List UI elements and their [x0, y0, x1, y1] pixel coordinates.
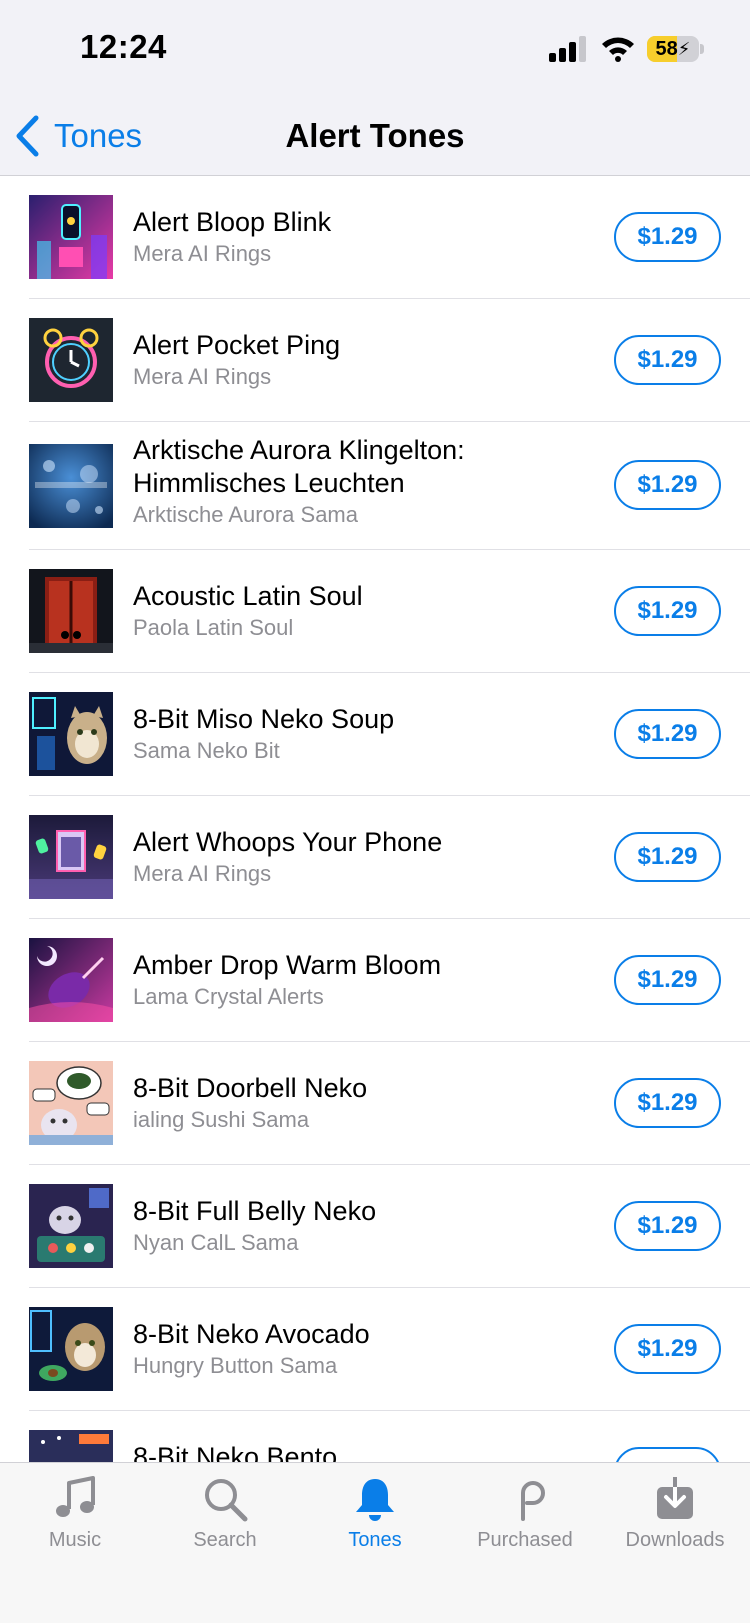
- tone-row[interactable]: Alert Pocket Ping Mera AI Rings $1.29: [29, 299, 750, 422]
- tab-label: Tones: [348, 1529, 402, 1551]
- tone-artist: Paola Latin Soul: [133, 615, 294, 640]
- buy-button[interactable]: $1.29: [614, 586, 721, 636]
- tab-downloads[interactable]: Downloads: [600, 1475, 750, 1565]
- tone-artwork: [29, 444, 113, 528]
- tab-label: Downloads: [625, 1529, 725, 1551]
- tone-artist: Sama Neko Bit: [133, 738, 280, 763]
- tone-artist: Mera AI Rings: [133, 364, 272, 389]
- buy-button[interactable]: $1.29: [614, 460, 721, 510]
- tone-artwork: [29, 195, 113, 279]
- tone-artwork: [29, 1307, 113, 1391]
- tone-row[interactable]: Amber Drop Warm Bloom Lama Crystal Alert…: [29, 919, 750, 1042]
- tone-row[interactable]: Acoustic Latin Soul Paola Latin Soul $1.…: [29, 550, 750, 673]
- tone-artist: ialing Sushi Sama: [133, 1107, 310, 1132]
- tab-label: Purchased: [477, 1529, 573, 1551]
- cellular-signal-icon: [549, 36, 586, 62]
- status-bar: 12:24 58 ⚡: [0, 0, 750, 96]
- tone-title: 8-Bit Miso Neko Soup: [133, 704, 395, 734]
- battery-percent: 58: [655, 37, 678, 60]
- tone-artwork: [29, 1184, 113, 1268]
- tab-bar: Music Search Tones Purchased Downloads: [0, 1462, 750, 1623]
- buy-button[interactable]: $1.29: [614, 1201, 721, 1251]
- tone-title: Amber Drop Warm Bloom: [133, 950, 442, 980]
- tone-artwork: [29, 938, 113, 1022]
- tone-row[interactable]: 8-Bit Neko Bento: [29, 1411, 750, 1462]
- music-note-icon: [56, 1476, 95, 1517]
- tone-artist: Arktische Aurora Sama: [133, 502, 358, 527]
- tone-artwork: [29, 318, 113, 402]
- download-icon: [657, 1477, 693, 1519]
- tone-artist: Lama Crystal Alerts: [133, 984, 324, 1009]
- tone-row[interactable]: Alert Whoops Your Phone Mera AI Rings $1…: [29, 796, 750, 919]
- tone-row[interactable]: 8-Bit Miso Neko Soup Sama Neko Bit $1.29: [29, 673, 750, 796]
- search-icon: [205, 1479, 248, 1522]
- tone-artwork: [29, 569, 113, 653]
- tone-artist: Nyan CalL Sama: [133, 1230, 299, 1255]
- tab-label: Music: [48, 1529, 102, 1551]
- tone-title: 8-Bit Neko Avocado: [133, 1319, 370, 1349]
- tone-title: Arktische Aurora Klingelton: Himmlisches…: [133, 435, 465, 498]
- tone-artist: Mera AI Rings: [133, 241, 272, 266]
- tone-title: 8-Bit Neko Bento: [133, 1442, 338, 1462]
- tone-artist: Hungry Button Sama: [133, 1353, 338, 1378]
- tone-artwork: [29, 692, 113, 776]
- bell-icon: [356, 1479, 394, 1521]
- tone-title: 8-Bit Full Belly Neko: [133, 1196, 377, 1226]
- buy-button[interactable]: $1.29: [614, 955, 721, 1005]
- tone-list[interactable]: Alert Bloop Blink Mera AI Rings $1.29 Al…: [0, 176, 750, 1462]
- tone-row[interactable]: Arktische Aurora Klingelton: Himmlisches…: [29, 422, 750, 550]
- tone-artwork: [29, 815, 113, 899]
- buy-button[interactable]: $1.29: [614, 212, 721, 262]
- page-title: Alert Tones: [285, 117, 465, 154]
- purchased-icon: [521, 1481, 545, 1521]
- tone-row[interactable]: 8-Bit Neko Avocado Hungry Button Sama $1…: [29, 1288, 750, 1411]
- tone-row[interactable]: 8-Bit Doorbell Neko ialing Sushi Sama $1…: [29, 1042, 750, 1165]
- tone-title: Alert Bloop Blink: [133, 207, 332, 237]
- battery-icon: 58 ⚡: [647, 36, 699, 62]
- tone-title: Alert Pocket Ping: [133, 330, 341, 360]
- tone-artwork: [29, 1430, 113, 1462]
- tone-artwork: [29, 1061, 113, 1145]
- buy-button[interactable]: $1.29: [614, 1078, 721, 1128]
- tone-artist: Mera AI Rings: [133, 861, 272, 886]
- tab-music[interactable]: Music: [0, 1475, 150, 1565]
- status-time: 12:24: [80, 28, 167, 65]
- tab-tones[interactable]: Tones: [300, 1475, 450, 1565]
- buy-button[interactable]: $1.29: [614, 709, 721, 759]
- tab-label: Search: [193, 1529, 257, 1551]
- tone-row[interactable]: Alert Bloop Blink Mera AI Rings $1.29: [29, 176, 750, 299]
- buy-button[interactable]: $1.29: [614, 1324, 721, 1374]
- tone-title: Acoustic Latin Soul: [133, 581, 363, 611]
- buy-button[interactable]: [614, 1447, 721, 1462]
- tab-search[interactable]: Search: [150, 1475, 300, 1565]
- navigation-bar: Tones Alert Tones: [0, 96, 750, 176]
- buy-button[interactable]: $1.29: [614, 832, 721, 882]
- tone-title: Alert Whoops Your Phone: [133, 827, 443, 857]
- buy-button[interactable]: $1.29: [614, 335, 721, 385]
- tone-title: 8-Bit Doorbell Neko: [133, 1073, 368, 1103]
- tab-purchased[interactable]: Purchased: [450, 1475, 600, 1565]
- tone-row[interactable]: 8-Bit Full Belly Neko Nyan CalL Sama $1.…: [29, 1165, 750, 1288]
- wifi-icon: [602, 37, 634, 62]
